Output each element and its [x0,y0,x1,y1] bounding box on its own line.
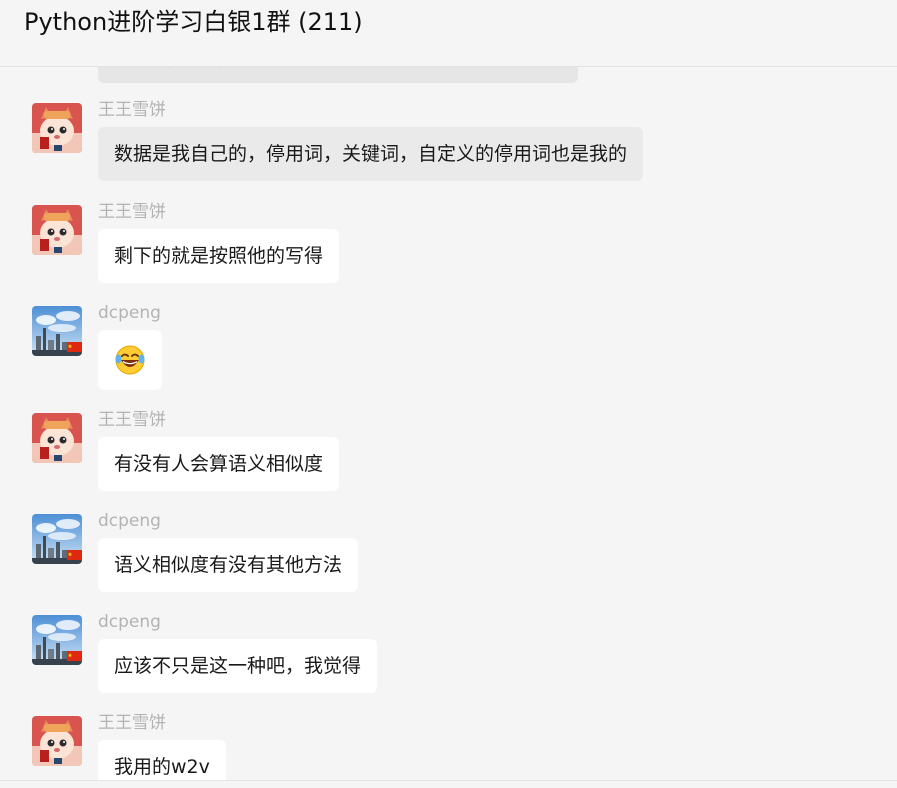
message-bubble[interactable]: 剩下的就是按照他的写得 [98,229,340,283]
chat-header: Python进阶学习白银1群 (211) [0,0,897,67]
sender-name: dcpeng [98,612,161,632]
message-bubble[interactable]: 应该不只是这一种吧，我觉得 [98,639,378,693]
input-area-edge [0,780,897,788]
message-bubble[interactable]: 数据是我自己的，停用词，关键词，自定义的停用词也是我的 [98,127,644,181]
message-text: 有没有人会算语义相似度 [114,453,324,475]
laughing-tears-emoji [115,345,145,375]
message-text: 数据是我自己的，停用词，关键词，自定义的停用词也是我的 [114,143,628,165]
sender-name: dcpeng [98,303,161,323]
message-bubble[interactable]: 有没有人会算语义相似度 [98,437,340,491]
cartoon-cat-avatar[interactable] [32,413,82,463]
message-text: 语义相似度有没有其他方法 [114,554,343,576]
city-skyline-avatar[interactable] [32,514,82,564]
message-bubble[interactable]: 我用的w2v [98,740,226,780]
cartoon-cat-avatar[interactable] [32,716,82,766]
sender-name: dcpeng [98,511,161,531]
message-bubble[interactable] [98,330,162,390]
sender-name: 王王雪饼 [98,713,166,733]
chat-message-list[interactable]: t/article/details/119861757 王王雪饼 数 [0,0,897,780]
message-text: 应该不只是这一种吧，我觉得 [114,655,362,677]
chat-title[interactable]: Python进阶学习白银1群 (211) [24,4,363,40]
cartoon-cat-avatar[interactable] [32,205,82,255]
sender-name: 王王雪饼 [98,202,166,222]
message-bubble[interactable]: 语义相似度有没有其他方法 [98,538,359,592]
message-text: 我用的w2v [114,756,210,778]
sender-name: 王王雪饼 [98,410,166,430]
cartoon-cat-avatar[interactable] [32,103,82,153]
sender-name: 王王雪饼 [98,100,166,120]
message-text: 剩下的就是按照他的写得 [114,245,324,267]
city-skyline-avatar[interactable] [32,615,82,665]
city-skyline-avatar[interactable] [32,306,82,356]
